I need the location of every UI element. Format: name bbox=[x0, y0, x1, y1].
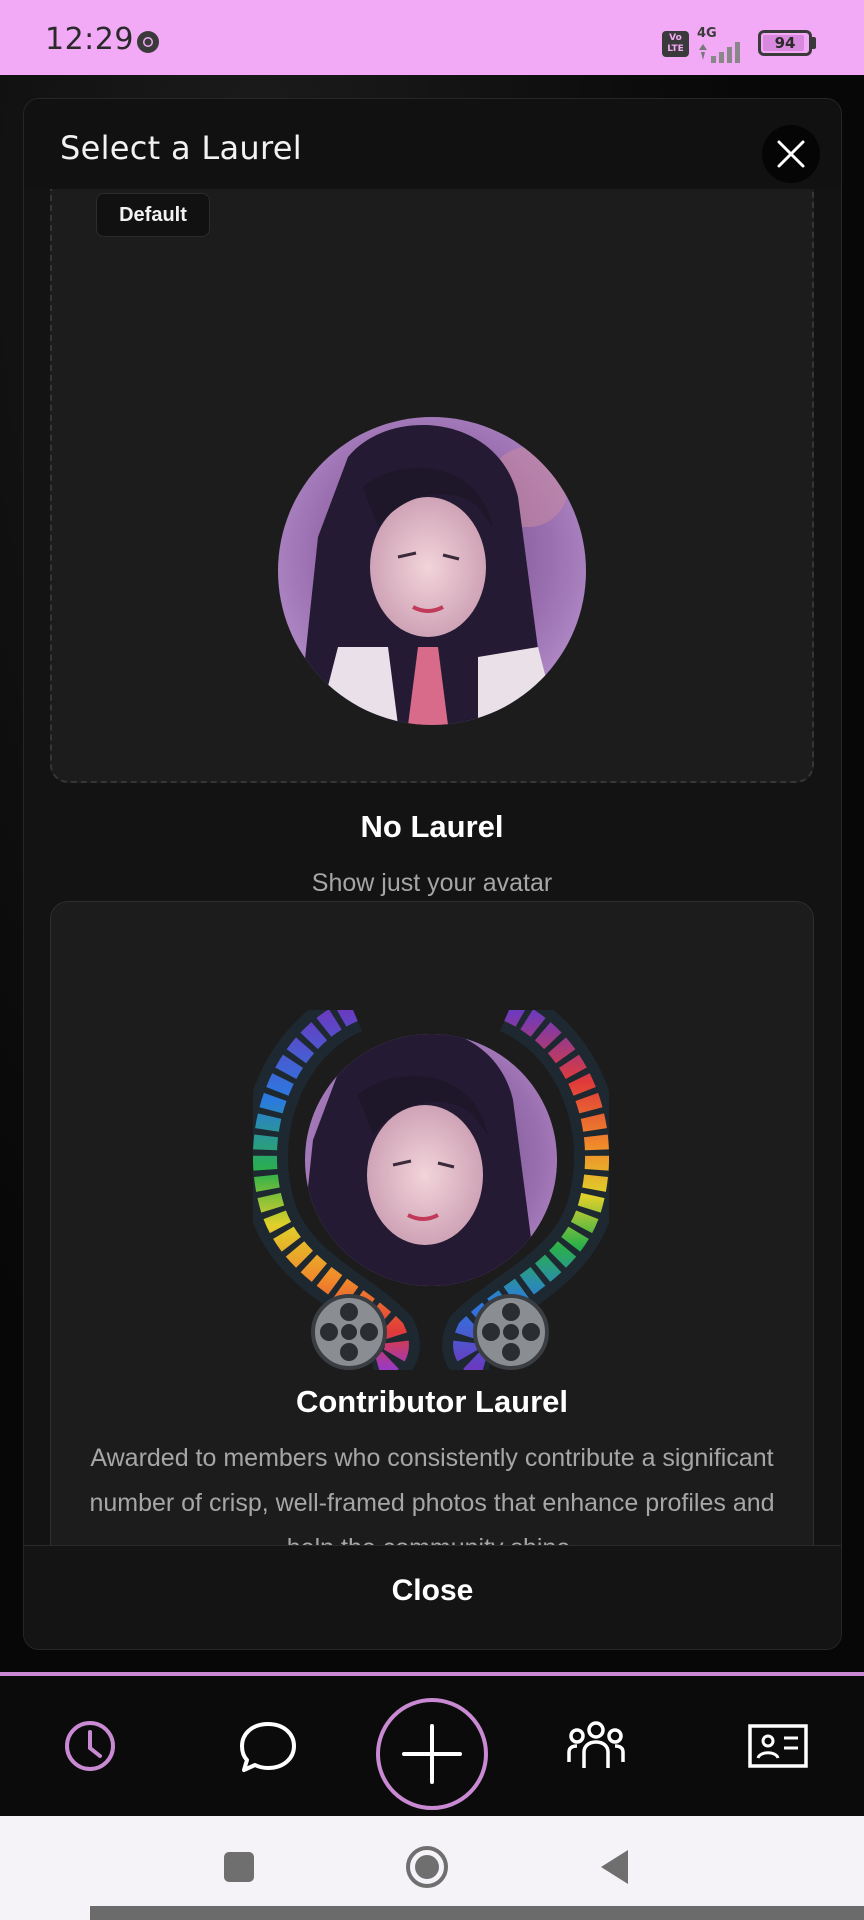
laurel-name: No Laurel bbox=[360, 809, 504, 844]
clock-icon bbox=[65, 1721, 115, 1771]
status-bar: 12:29 Vo LTE 4G 94 bbox=[0, 0, 864, 75]
modal-body[interactable]: Default No Laurel Show just your avatar … bbox=[24, 189, 841, 1646]
id-card-icon bbox=[748, 1724, 808, 1768]
gesture-bar bbox=[90, 1906, 864, 1920]
bottom-navigation bbox=[0, 1672, 864, 1816]
nav-add-button[interactable] bbox=[376, 1698, 488, 1810]
network-type: 4G bbox=[697, 26, 717, 41]
home-icon[interactable] bbox=[404, 1844, 450, 1890]
back-icon[interactable] bbox=[598, 1848, 632, 1886]
laurel-modal: Default No Laurel Show just your avatar … bbox=[23, 98, 842, 1650]
contributor-laurel-frame bbox=[241, 988, 621, 1391]
status-time: 12:29 bbox=[45, 22, 134, 57]
signal-icon bbox=[699, 42, 740, 63]
laurel-option-no-laurel[interactable]: Default No Laurel Show just your avatar bbox=[50, 189, 814, 897]
nav-community[interactable] bbox=[556, 1676, 636, 1816]
battery-tip bbox=[812, 37, 816, 49]
add-icon bbox=[402, 1724, 462, 1784]
modal-close-button[interactable] bbox=[762, 125, 820, 183]
nav-history[interactable] bbox=[50, 1676, 130, 1816]
film-reel-right-icon bbox=[473, 1294, 549, 1370]
volte-icon: Vo LTE bbox=[662, 31, 689, 57]
modal-header: Select a Laurel bbox=[24, 99, 841, 189]
nav-messages[interactable] bbox=[228, 1676, 308, 1816]
avatar bbox=[278, 417, 586, 725]
recents-icon[interactable] bbox=[222, 1850, 256, 1884]
modal-footer: Close bbox=[24, 1545, 841, 1649]
laurel-option-contributor[interactable]: Contributor Laurel Awarded to members wh… bbox=[50, 901, 814, 1607]
laurel-name: Contributor Laurel bbox=[295, 1384, 569, 1419]
modal-title: Select a Laurel bbox=[60, 129, 302, 167]
close-button[interactable]: Close bbox=[24, 1574, 841, 1608]
default-badge: Default bbox=[96, 193, 210, 237]
battery-icon: 94 bbox=[758, 30, 812, 56]
battery-percent: 94 bbox=[774, 34, 796, 52]
people-group-icon bbox=[567, 1721, 625, 1768]
film-reel-left-icon bbox=[311, 1294, 387, 1370]
chrome-icon bbox=[137, 31, 159, 53]
close-icon bbox=[777, 140, 805, 168]
laurel-description: Show just your avatar bbox=[311, 869, 553, 897]
android-navigation-bar bbox=[0, 1816, 864, 1920]
chat-bubble-icon bbox=[240, 1722, 296, 1772]
nav-profile[interactable] bbox=[736, 1676, 820, 1816]
